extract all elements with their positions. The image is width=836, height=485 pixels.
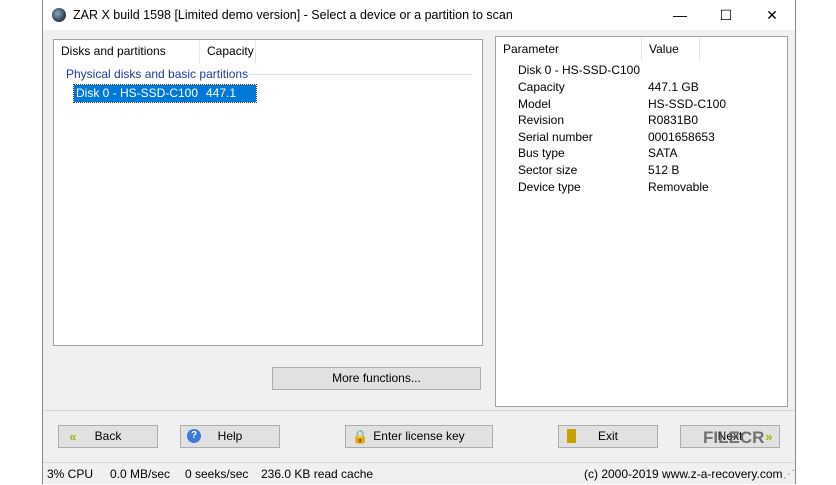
detail-row: Serial number 0001658653 (496, 130, 786, 147)
speed-status: 0.0 MB/sec (110, 467, 171, 481)
back-button[interactable]: « Back (58, 425, 158, 448)
title-bar: ZAR X build 1598 [Limited demo version] … (43, 0, 795, 30)
parameter-name: Device type (518, 179, 581, 194)
column-header-disks[interactable]: Disks and partitions (54, 40, 200, 63)
parameter-value: R0831B0 (648, 113, 699, 128)
details-panel: Parameter Value Disk 0 - HS-SSD-C100 Cap… (495, 36, 788, 407)
watermark-logo: FILECR (703, 428, 765, 447)
parameter-name: Revision (518, 113, 565, 128)
detail-row: Revision R0831B0 (496, 113, 786, 130)
cache-status: 236.0 KB read cache (261, 467, 374, 481)
enter-license-key-button[interactable]: 🔒 Enter license key (345, 425, 493, 448)
detail-row: Model HS-SSD-C100 (496, 97, 786, 114)
detail-row: Bus type SATA (496, 146, 786, 163)
disk-capacity: 447.1 GB (206, 86, 237, 117)
parameter-name: Bus type (518, 146, 565, 161)
group-divider (246, 74, 472, 75)
parameter-name: Sector size (518, 163, 578, 177)
copyright: (c) 2000-2019 www.z-a-recovery.com (584, 467, 783, 481)
back-chevron-icon: « (69, 429, 77, 444)
parameter-value: 0001658653 (648, 129, 715, 144)
app-icon (52, 8, 66, 22)
help-icon: ? (187, 429, 201, 443)
parameter-name: Model (518, 96, 551, 111)
lock-icon: 🔒 (352, 429, 369, 444)
door-icon (567, 429, 576, 443)
cpu-status: 3% CPU (47, 467, 94, 481)
disk-name: Disk 0 - HS-SSD-C100 (76, 86, 199, 100)
parameter-value: 447.1 GB (648, 80, 699, 94)
parameter-value: 512 B (648, 163, 680, 177)
column-header-capacity[interactable]: Capacity (200, 40, 256, 63)
maximize-button[interactable]: ☐ (703, 0, 749, 30)
seeks-status: 0 seeks/sec (185, 467, 249, 481)
parameter-name: Capacity (518, 80, 565, 94)
status-bar: 3% CPU 0.0 MB/sec 0 seeks/sec 236.0 KB r… (43, 462, 795, 485)
disk-item[interactable]: Disk 0 - HS-SSD-C100 447.1 GB (73, 84, 257, 117)
close-button[interactable]: ✕ (749, 0, 795, 30)
details-heading-row: Disk 0 - HS-SSD-C100 (496, 63, 786, 80)
disk-list[interactable]: Disks and partitions Capacity Physical d… (53, 39, 483, 346)
license-label: Enter license key (373, 429, 465, 443)
detail-row: Sector size 512 B (496, 163, 786, 180)
divider (43, 410, 795, 411)
window-title: ZAR X build 1598 [Limited demo version] … (73, 8, 513, 22)
group-header: Physical disks and basic partitions (66, 67, 249, 81)
exit-label: Exit (597, 429, 618, 443)
detail-row: Device type Removable (496, 180, 786, 197)
details-heading: Disk 0 - HS-SSD-C100 (518, 63, 641, 77)
more-functions-button[interactable]: More functions... (272, 367, 481, 390)
exit-button[interactable]: Exit (558, 425, 658, 448)
resize-grip-icon[interactable]: ⋰ (783, 463, 795, 485)
column-header-parameter: Parameter (496, 37, 642, 61)
parameter-value: HS-SSD-C100 (648, 96, 727, 111)
minimize-button[interactable]: — (657, 0, 703, 30)
parameter-value: SATA (648, 146, 678, 161)
detail-row: Capacity 447.1 GB (496, 80, 786, 97)
parameter-value: Removable (648, 179, 709, 194)
help-button[interactable]: ? Help (180, 425, 280, 448)
column-header-value: Value (642, 37, 700, 61)
parameter-name: Serial number (518, 129, 593, 144)
app-window: ZAR X build 1598 [Limited demo version] … (42, 0, 796, 484)
back-label: Back (94, 429, 122, 443)
help-label: Help (217, 429, 243, 443)
